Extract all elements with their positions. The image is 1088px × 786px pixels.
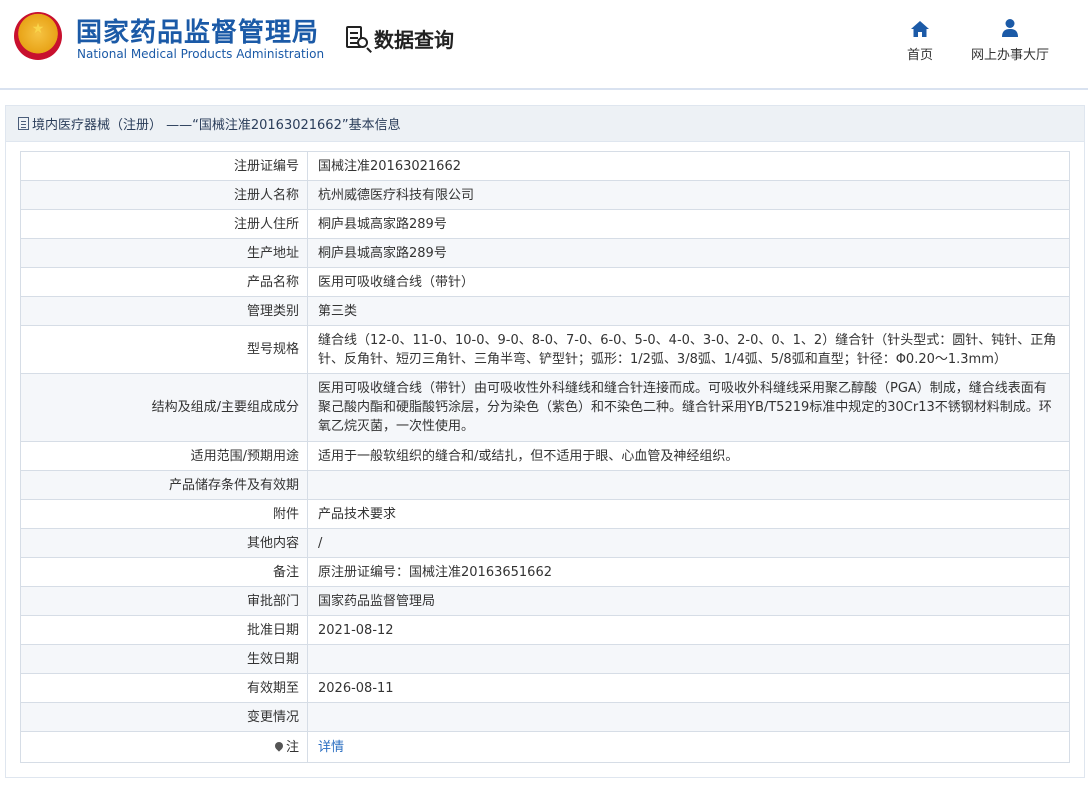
- field-value: 原注册证编号：国械注准20163651662: [307, 557, 1070, 587]
- table-row: 注册人住所 桐庐县城高家路289号: [20, 209, 1070, 239]
- table-row: 生产地址 桐庐县城高家路289号: [20, 238, 1070, 268]
- data-query-heading: 数据查询: [344, 22, 454, 54]
- field-value: 医用可吸收缝合线（带针）: [307, 267, 1070, 297]
- home-icon: [896, 16, 944, 38]
- national-emblem-icon: ★: [14, 12, 62, 60]
- table-row: 其他内容 /: [20, 528, 1070, 558]
- field-label: 审批部门: [20, 586, 308, 616]
- field-label: 产品储存条件及有效期: [20, 470, 308, 500]
- document-search-icon: [344, 24, 372, 52]
- field-label: 其他内容: [20, 528, 308, 558]
- field-value: /: [307, 528, 1070, 558]
- table-row: 变更情况: [20, 702, 1070, 732]
- field-value: 杭州威德医疗科技有限公司: [307, 180, 1070, 210]
- table-row: 审批部门 国家药品监督管理局: [20, 586, 1070, 616]
- table-row: 管理类别 第三类: [20, 296, 1070, 326]
- site-header: ★ 国家药品监督管理局 National Medical Products Ad…: [0, 0, 1088, 90]
- document-icon: [18, 117, 29, 130]
- field-label: 有效期至: [20, 673, 308, 703]
- field-value: [307, 644, 1070, 674]
- table-row: 结构及组成/主要组成成分 医用可吸收缝合线（带针）由可吸收性外科缝线和缝合针连接而…: [20, 373, 1070, 442]
- field-value: 产品技术要求: [307, 499, 1070, 529]
- table-row: 型号规格 缝合线（12-0、11-0、10-0、9-0、8-0、7-0、6-0、5…: [20, 325, 1070, 374]
- nav-home[interactable]: 首页: [896, 16, 944, 63]
- field-label: 注册证编号: [20, 151, 308, 181]
- panel-title: 境内医疗器械（注册） ——“国械注准20163021662”基本信息: [32, 118, 401, 133]
- field-value: 医用可吸收缝合线（带针）由可吸收性外科缝线和缝合针连接而成。可吸收外科缝线采用聚…: [307, 373, 1070, 442]
- pin-icon: [273, 739, 285, 752]
- field-label: 注册人住所: [20, 209, 308, 239]
- table-row: 注 详情: [20, 731, 1070, 763]
- field-value: 国械注准20163021662: [307, 151, 1070, 181]
- field-label: 附件: [20, 499, 308, 529]
- agency-name-en: National Medical Products Administration: [77, 47, 325, 61]
- field-value: 适用于一般软组织的缝合和/或结扎，但不适用于眼、心血管及神经组织。: [307, 441, 1070, 471]
- field-value: 缝合线（12-0、11-0、10-0、9-0、8-0、7-0、6-0、5-0、4…: [307, 325, 1070, 374]
- field-label: 备注: [20, 557, 308, 587]
- field-value: 2026-08-11: [307, 673, 1070, 703]
- note-label: 注: [285, 739, 299, 755]
- nav-online-service-hall[interactable]: 网上办事大厅: [966, 16, 1054, 63]
- table-row: 产品储存条件及有效期: [20, 470, 1070, 500]
- field-label: 适用范围/预期用途: [20, 441, 308, 471]
- table-row: 附件 产品技术要求: [20, 499, 1070, 529]
- table-row: 适用范围/预期用途 适用于一般软组织的缝合和/或结扎，但不适用于眼、心血管及神经组…: [20, 441, 1070, 471]
- nav-home-label: 首页: [906, 48, 933, 63]
- details-link[interactable]: 详情: [318, 740, 344, 755]
- agency-name-cn: 国家药品监督管理局: [76, 18, 320, 48]
- table-row: 有效期至 2026-08-11: [20, 673, 1070, 703]
- user-icon: [966, 16, 1054, 38]
- field-label: 注册人名称: [20, 180, 308, 210]
- field-label: 管理类别: [20, 296, 308, 326]
- field-label: 产品名称: [20, 267, 308, 297]
- nav-hall-label: 网上办事大厅: [970, 48, 1049, 63]
- field-value: [307, 470, 1070, 500]
- note-label-cell: 注: [20, 731, 308, 763]
- detail-panel: 境内医疗器械（注册） ——“国械注准20163021662”基本信息 注册证编号…: [5, 105, 1085, 778]
- table-row: 批准日期 2021-08-12: [20, 615, 1070, 645]
- field-value: 第三类: [307, 296, 1070, 326]
- table-row: 注册证编号 国械注准20163021662: [20, 151, 1070, 181]
- section-title: 数据查询: [374, 27, 454, 52]
- field-value: 桐庐县城高家路289号: [307, 209, 1070, 239]
- field-value: [307, 702, 1070, 732]
- field-label: 生效日期: [20, 644, 308, 674]
- table-row: 注册人名称 杭州威德医疗科技有限公司: [20, 180, 1070, 210]
- table-row: 生效日期: [20, 644, 1070, 674]
- registration-info-table: 注册证编号 国械注准20163021662 注册人名称 杭州威德医疗科技有限公司 注…: [20, 151, 1070, 763]
- table-row: 产品名称 医用可吸收缝合线（带针）: [20, 267, 1070, 297]
- panel-heading: 境内医疗器械（注册） ——“国械注准20163021662”基本信息: [6, 106, 1084, 142]
- table-row: 备注 原注册证编号：国械注准20163651662: [20, 557, 1070, 587]
- field-value: 2021-08-12: [307, 615, 1070, 645]
- field-label: 批准日期: [20, 615, 308, 645]
- field-label: 型号规格: [20, 325, 308, 374]
- field-label: 变更情况: [20, 702, 308, 732]
- field-value: 桐庐县城高家路289号: [307, 238, 1070, 268]
- field-label: 结构及组成/主要组成成分: [20, 373, 308, 442]
- field-value: 国家药品监督管理局: [307, 586, 1070, 616]
- field-label: 生产地址: [20, 238, 308, 268]
- note-value-cell: 详情: [307, 731, 1070, 763]
